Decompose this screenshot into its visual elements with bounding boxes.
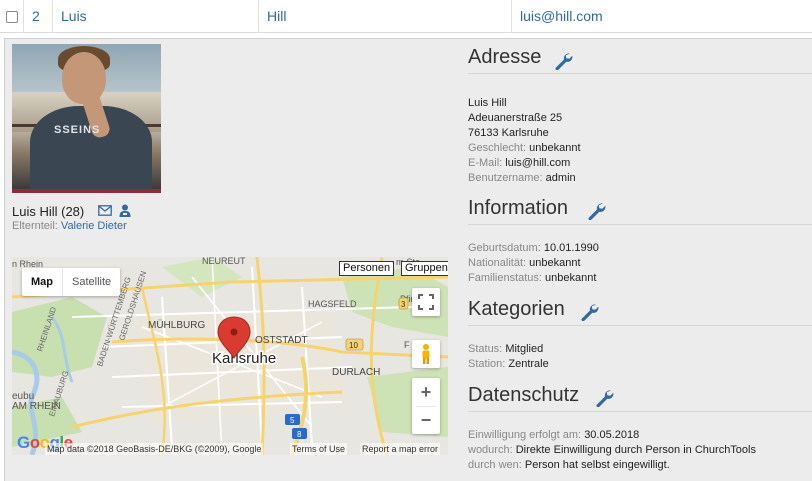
nationality-value: unbekannt [529, 257, 581, 269]
username-value: admin [545, 172, 576, 184]
wrench-icon[interactable] [579, 301, 599, 321]
user-icon[interactable] [119, 204, 131, 217]
how-value: Direkte Einwilligung durch Person in Chu… [515, 444, 756, 456]
map-type-map-button[interactable]: Map [22, 268, 62, 296]
wrench-icon[interactable] [553, 50, 573, 70]
email-value: luis@hill.com [505, 157, 571, 169]
address-street: Adeuanerstraße 25 [468, 112, 563, 124]
map-label-am-rhein: AM RHEIN [12, 401, 61, 412]
wrench-icon[interactable] [594, 387, 614, 407]
road-shield-3: 3 [401, 300, 406, 309]
station-line: Station: Zentrale [468, 358, 549, 370]
map-label-f-partial: F [404, 340, 410, 350]
person-table-row[interactable]: 2 Luis Hill luis@hill.com [0, 0, 812, 33]
row-last-name[interactable]: Hill [267, 8, 286, 24]
map-report-link[interactable]: Report a map error [360, 443, 441, 455]
fullscreen-button[interactable] [412, 288, 440, 316]
parent-link[interactable]: Valerie Dieter [61, 220, 127, 232]
consent-line: Einwilligung erfolgt am: 30.05.2018 [468, 429, 640, 441]
person-detail-panel: SSEINS Luis Hill (28) Elternteil: Valeri… [4, 38, 812, 481]
row-id-cell[interactable]: 2 [23, 0, 52, 33]
privacy-title: Datenschutz [468, 384, 580, 406]
wrench-icon[interactable] [586, 200, 606, 220]
zoom-out-button[interactable]: − [412, 406, 440, 434]
fullscreen-icon [418, 294, 434, 310]
row-first-name[interactable]: Luis [61, 8, 87, 24]
street-view-button[interactable] [412, 340, 440, 368]
consent-value: 30.05.2018 [584, 429, 640, 441]
map-type-satellite-button[interactable]: Satellite [62, 268, 120, 296]
information-title: Information [468, 197, 569, 219]
parent-label: Elternteil: [12, 220, 58, 232]
location-map[interactable]: NEUREUT MÜHLBURG OSTSTADT HAGSFELD DURLA… [12, 257, 448, 455]
row-first-name-cell[interactable]: Luis [52, 0, 258, 33]
address-city: 76133 Karlsruhe [468, 127, 549, 139]
address-title: Adresse [468, 46, 542, 68]
row-id[interactable]: 2 [32, 8, 40, 24]
map-type-control[interactable]: Map Satellite [22, 268, 121, 296]
how-line: wodurch: Direkte Einwilligung durch Pers… [468, 444, 756, 456]
shirt-print: SSEINS [54, 124, 101, 136]
birth-value: 10.01.1990 [543, 242, 599, 254]
road-shield-10: 10 [349, 341, 358, 350]
row-last-name-cell[interactable]: Hill [258, 0, 511, 33]
address-email-line: E-Mail: luis@hill.com [468, 157, 571, 169]
personen-button[interactable]: Personen [339, 261, 395, 276]
who-value: Person hat selbst eingewilligt. [524, 459, 670, 471]
map-label-muehlburg: MÜHLBURG [148, 319, 205, 331]
map-terms-link[interactable]: Terms of Use [290, 443, 348, 455]
who-line: durch wen: Person hat selbst eingewillig… [468, 459, 670, 471]
row-email-cell[interactable]: luis@hill.com [511, 0, 812, 33]
map-label-eubu-partial: eubu [12, 391, 34, 402]
row-select-checkbox[interactable] [6, 11, 18, 23]
map-city-label: Karlsruhe [212, 350, 276, 367]
map-attribution: Map data ©2018 GeoBasis-DE/BKG (©2009), … [45, 443, 264, 455]
gender-value: unbekannt [529, 142, 581, 154]
map-label-durlach: DURLACH [332, 367, 380, 378]
person-name: Luis Hill (28) [12, 204, 85, 219]
family-value: unbekannt [545, 272, 597, 284]
road-shield-5: 5 [290, 416, 295, 425]
row-email[interactable]: luis@hill.com [520, 8, 603, 24]
birth-line: Geburtsdatum: 10.01.1990 [468, 242, 599, 254]
categories-title: Kategorien [468, 298, 565, 320]
map-label-oststadt: OSTSTADT [255, 335, 308, 346]
address-username-line: Benutzername: admin [468, 172, 576, 184]
nationality-line: Nationalität: unbekannt [468, 257, 581, 269]
zoom-in-button[interactable]: + [412, 378, 440, 406]
address-name: Luis Hill [468, 97, 507, 109]
map-label-neureut: NEUREUT [202, 257, 246, 266]
gruppen-button[interactable]: Gruppen [401, 261, 448, 276]
parent-line: Elternteil: Valerie Dieter [12, 220, 127, 232]
road-shield-8: 8 [297, 430, 302, 439]
zoom-control: + − [412, 378, 440, 434]
person-photo: SSEINS [12, 44, 161, 193]
pegman-icon [422, 344, 430, 364]
station-value: Zentrale [508, 358, 549, 370]
status-value: Mitglied [505, 343, 544, 355]
map-footer: Map data ©2018 GeoBasis-DE/BKG (©2009), … [12, 443, 448, 455]
status-line: Status: Mitglied [468, 343, 544, 355]
envelope-icon[interactable] [98, 205, 112, 216]
map-label-hagsfeld: HAGSFELD [308, 299, 357, 309]
address-gender-line: Geschlecht: unbekannt [468, 142, 581, 154]
family-line: Familienstatus: unbekannt [468, 272, 597, 284]
